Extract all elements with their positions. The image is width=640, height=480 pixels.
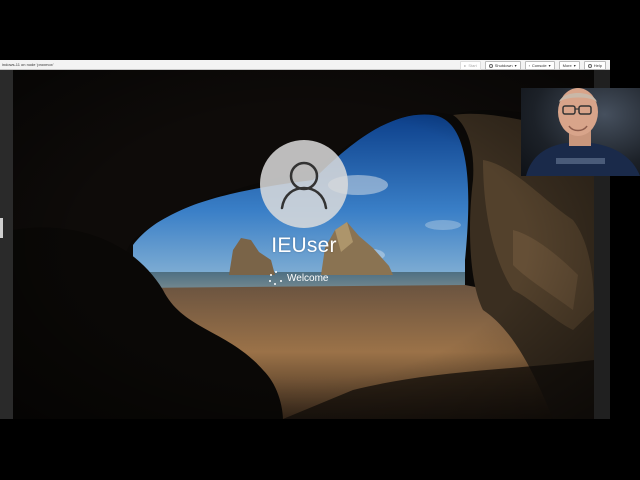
- terminal-icon: ›: [528, 63, 530, 68]
- chevron-down-icon: ▾: [548, 63, 551, 68]
- help-button-label: Help: [593, 63, 602, 68]
- help-icon: [587, 63, 592, 68]
- user-icon: [280, 161, 328, 210]
- power-icon: [488, 63, 493, 68]
- more-button-label: More: [562, 63, 572, 68]
- sidebar-toggle-handle[interactable]: [0, 218, 3, 238]
- welcome-text: Welcome: [287, 272, 329, 284]
- left-sidebar-collapsed: [0, 70, 13, 419]
- user-avatar[interactable]: [260, 140, 348, 228]
- console-title: indows-11 on node 'proxmox': [2, 62, 54, 67]
- user-name: IEUser: [271, 234, 337, 257]
- console-button-label: Console: [531, 63, 547, 68]
- shutdown-button[interactable]: Shutdown ▾: [484, 61, 521, 70]
- start-button[interactable]: ▸ Start: [460, 61, 481, 70]
- chevron-down-icon: ▾: [514, 63, 517, 68]
- welcome-status: Welcome: [268, 270, 329, 286]
- console-actions: ▸ Start Shutdown ▾ › Console ▾ More ▾ He…: [460, 61, 606, 70]
- presenter-video-image: [526, 88, 640, 176]
- start-button-label: Start: [468, 63, 477, 68]
- play-icon: ▸: [464, 63, 467, 68]
- webcam-overlay: [521, 88, 640, 176]
- help-button[interactable]: Help: [583, 61, 606, 70]
- chevron-down-icon: ▾: [573, 63, 576, 68]
- console-toolbar: indows-11 on node 'proxmox' ▸ Start Shut…: [0, 60, 610, 70]
- shutdown-button-label: Shutdown: [494, 63, 513, 68]
- loading-spinner-icon: [268, 271, 282, 285]
- console-button[interactable]: › Console ▾: [524, 61, 555, 70]
- more-button[interactable]: More ▾: [558, 61, 580, 70]
